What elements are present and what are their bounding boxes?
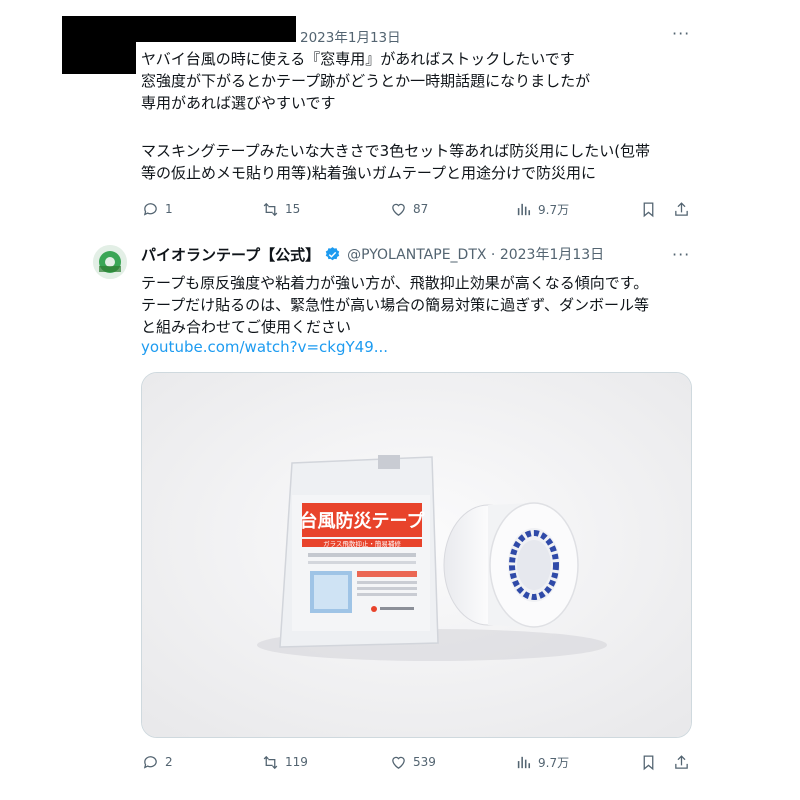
views-chart-icon: [517, 203, 531, 215]
share-button[interactable]: [673, 198, 690, 220]
tape-roll: [443, 502, 579, 628]
package-title: 台風防災テープ: [300, 510, 426, 531]
display-name[interactable]: パイオランテープ【公式】: [141, 244, 320, 265]
reply-count: 1: [165, 202, 173, 216]
tweet-actions: 1 15 87 9.7万: [140, 198, 695, 220]
tweet-text-line: ヤバイ台風の時に使える『窓専用』があればストックしたいです: [141, 50, 575, 68]
tweet-text-line: と組み合わせてご使用ください: [141, 318, 352, 336]
author-row: パイオランテープ【公式】 @PYOLANTAPE_DTX · 2023年1月13…: [141, 243, 604, 265]
tweet-text-line: テープも原反強度や粘着力が強い方が、飛散抑止効果が高くなる傾向です。: [141, 274, 649, 292]
tweet-text-line: マスキングテープみたいな大きさで3色セット等あれば防災用にしたい(包帯: [141, 142, 651, 160]
redacted-avatar: [62, 16, 136, 74]
retweet-button[interactable]: 15: [262, 198, 300, 220]
like-count: 87: [413, 202, 429, 216]
tape-logo-icon: [93, 245, 127, 279]
views-button[interactable]: 9.7万: [515, 198, 569, 220]
verified-badge-icon: [325, 246, 340, 260]
package-subtitle: ガラス飛散抑止・簡易補修: [323, 539, 401, 548]
product-photo: 台風防災テープ ガラス飛散抑止・簡易補修: [142, 373, 691, 737]
more-options-icon[interactable]: ···: [672, 245, 690, 264]
reply-icon: [143, 202, 157, 216]
tape-package: 台風防災テープ ガラス飛散抑止・簡易補修: [279, 455, 439, 648]
share-button[interactable]: [673, 751, 690, 773]
bookmark-button[interactable]: [640, 198, 657, 220]
tweet-date[interactable]: 2023年1月13日: [300, 26, 401, 46]
like-count: 539: [413, 755, 436, 769]
heart-icon: [392, 203, 405, 216]
more-options-icon[interactable]: ···: [672, 24, 690, 43]
retweet-icon: [263, 755, 278, 769]
views-button[interactable]: 9.7万: [515, 751, 569, 773]
retweet-count: 119: [285, 755, 308, 769]
bookmark-icon: [643, 754, 654, 770]
tweet-text-line: 専用があれば選びやすいです: [141, 94, 336, 112]
tweet-text-line: 窓強度が下がるとかテープ跡がどうとか一時期話題になりましたが: [141, 72, 591, 90]
avatar[interactable]: [93, 245, 127, 279]
redacted-username: [136, 16, 296, 42]
attached-photo[interactable]: 台風防災テープ ガラス飛散抑止・簡易補修: [141, 372, 692, 738]
bookmark-button[interactable]: [640, 751, 657, 773]
reply-button[interactable]: 1: [142, 198, 173, 220]
bookmark-icon: [643, 201, 654, 217]
retweet-icon: [263, 202, 278, 216]
share-icon: [675, 201, 688, 216]
handle-and-date[interactable]: @PYOLANTAPE_DTX · 2023年1月13日: [347, 244, 604, 264]
tweet-text-line: テープだけ貼るのは、緊急性が高い場合の簡易対策に過ぎず、ダンボール等: [141, 296, 650, 314]
tweet-actions: 2 119 539 9.7万: [140, 751, 695, 773]
retweet-button[interactable]: 119: [262, 751, 308, 773]
reply-icon: [143, 755, 157, 769]
reply-count: 2: [165, 755, 173, 769]
views-chart-icon: [517, 756, 531, 768]
views-count: 9.7万: [538, 202, 570, 217]
tweet-text-line: 等の仮止めメモ貼り用等)粘着強いガムテープと用途分けで防災用に: [141, 164, 596, 182]
views-count: 9.7万: [538, 755, 570, 770]
retweet-count: 15: [285, 202, 301, 216]
share-icon: [675, 754, 688, 769]
like-button[interactable]: 539: [390, 751, 436, 773]
like-button[interactable]: 87: [390, 198, 428, 220]
heart-icon: [392, 756, 405, 769]
reply-button[interactable]: 2: [142, 751, 173, 773]
youtube-link[interactable]: youtube.com/watch?v=ckgY49...: [141, 338, 388, 356]
